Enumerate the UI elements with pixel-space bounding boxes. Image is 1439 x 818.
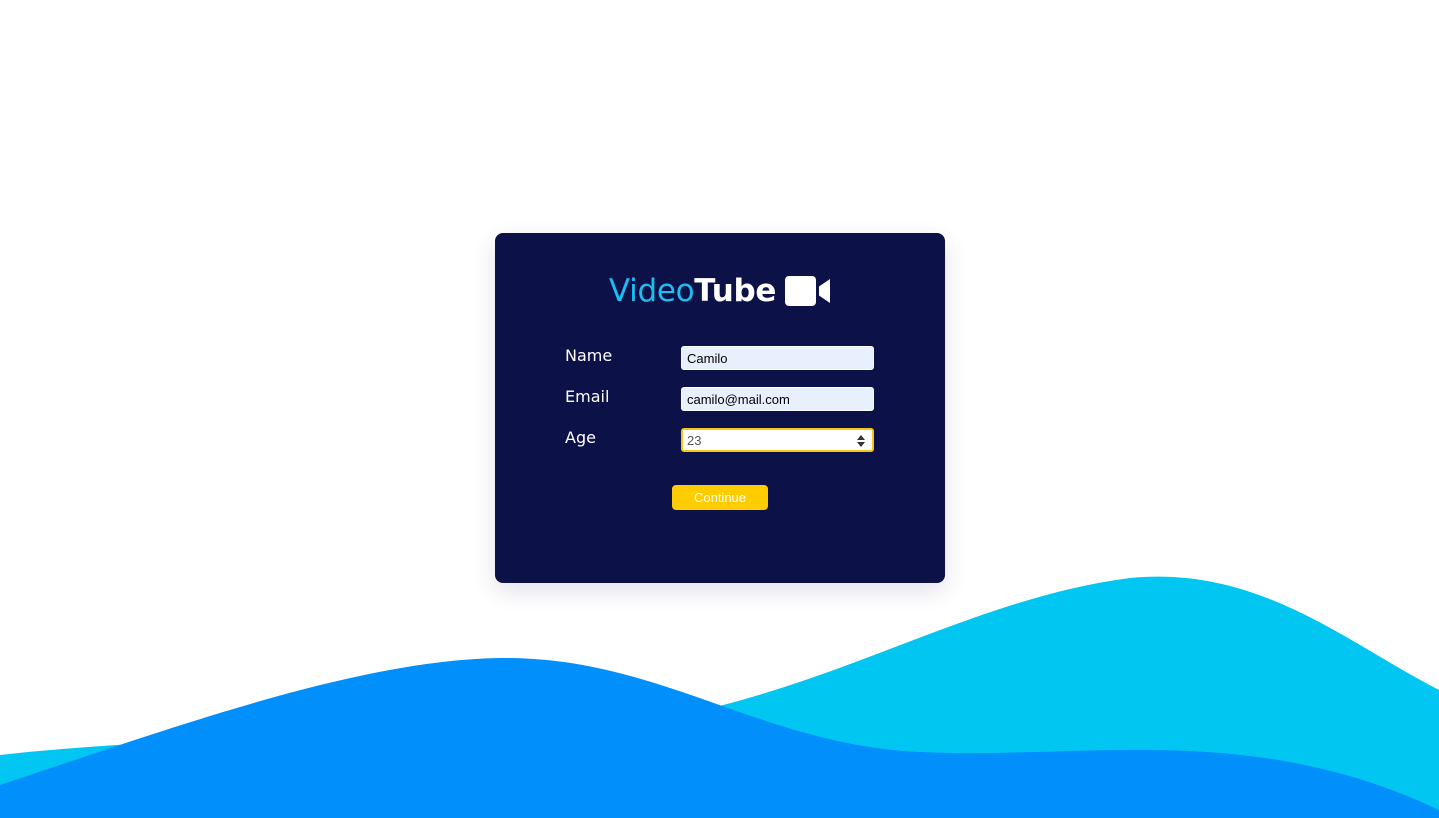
name-row: Name [565, 345, 875, 371]
number-stepper-icon[interactable] [857, 435, 865, 447]
name-label: Name [565, 346, 613, 365]
email-input[interactable] [681, 387, 874, 411]
brand-name-tube: Tube [694, 273, 777, 309]
email-label: Email [565, 387, 610, 406]
video-camera-icon [785, 276, 831, 306]
continue-button[interactable]: Continue [672, 485, 768, 510]
age-input[interactable] [681, 428, 874, 452]
email-row: Email [565, 386, 875, 412]
brand-name-video: Video [608, 273, 695, 309]
login-page: Video Tube Name Email Age [0, 0, 1439, 818]
age-label: Age [565, 428, 596, 447]
brand-logo: Video Tube [495, 271, 945, 311]
name-input[interactable] [681, 346, 874, 370]
age-row: Age [565, 427, 875, 453]
signup-card: Video Tube Name Email Age [495, 233, 945, 583]
